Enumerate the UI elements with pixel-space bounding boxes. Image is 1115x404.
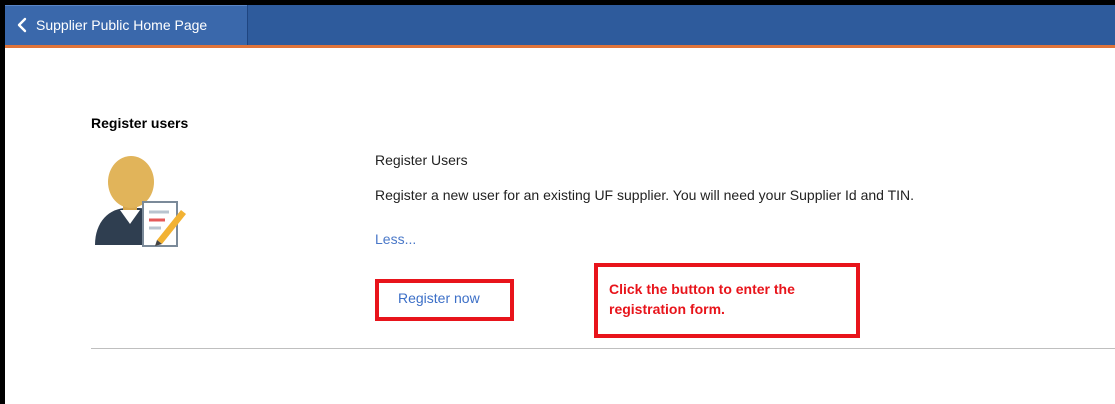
section-title: Register users bbox=[91, 115, 189, 131]
divider bbox=[91, 348, 1115, 349]
back-button-label: Supplier Public Home Page bbox=[36, 17, 208, 33]
item-description: Register a new user for an existing UF s… bbox=[375, 187, 915, 203]
chevron-left-icon bbox=[14, 17, 30, 33]
top-navbar: Supplier Public Home Page bbox=[5, 5, 1115, 48]
user-register-icon bbox=[87, 150, 187, 250]
page-frame: Supplier Public Home Page Register users… bbox=[5, 5, 1115, 404]
item-title: Register Users bbox=[375, 152, 468, 168]
callout-line-2: registration form. bbox=[609, 301, 725, 317]
less-link[interactable]: Less... bbox=[375, 231, 416, 247]
callout-line-1: Click the button to enter the bbox=[609, 281, 795, 297]
annotation-callout: Click the button to enter the registrati… bbox=[594, 263, 860, 338]
back-button[interactable]: Supplier Public Home Page bbox=[5, 5, 248, 45]
register-now-link[interactable]: Register now bbox=[398, 290, 480, 306]
